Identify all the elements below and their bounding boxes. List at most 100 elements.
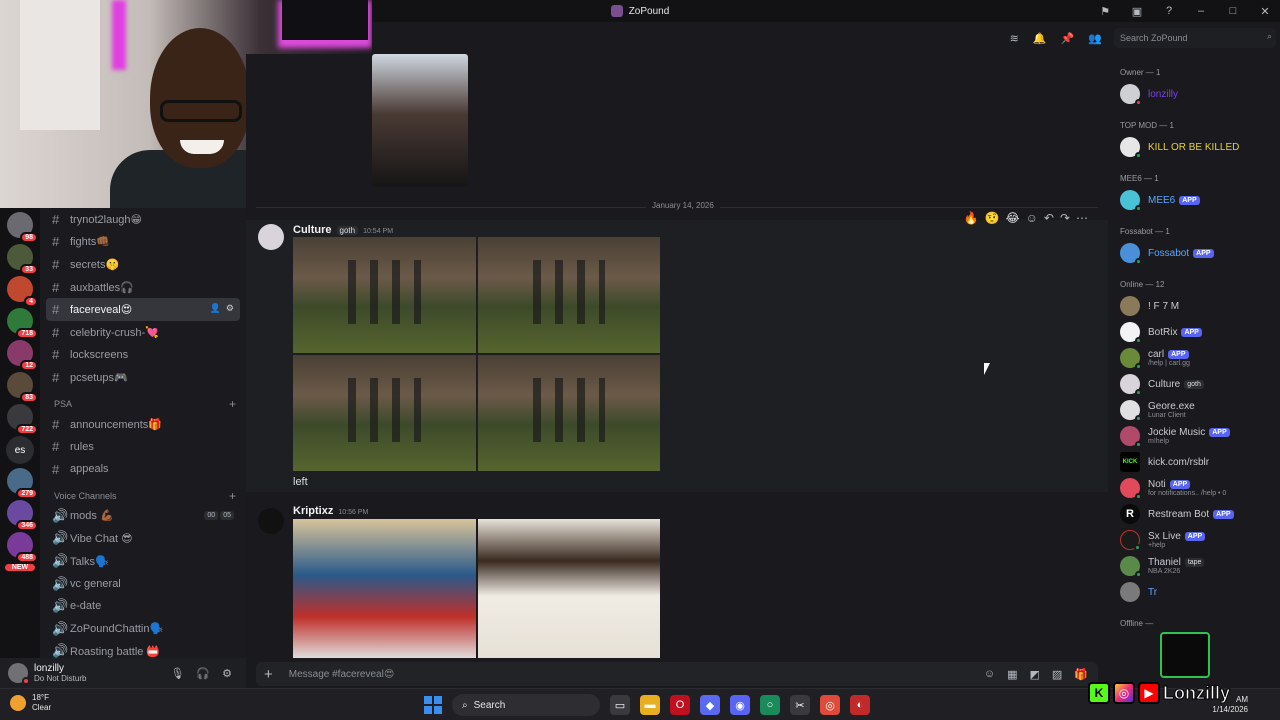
channel-lockscreens[interactable]: # lockscreens	[46, 344, 240, 367]
voice-channel-zopoundchattin[interactable]: 🔊 ZoPoundChattin🗣️	[46, 618, 240, 641]
copilot-icon[interactable]: ◆	[700, 695, 720, 715]
members-icon[interactable]: 👥	[1088, 32, 1102, 45]
message-list[interactable]: January 14, 2026 Culture goth 10:54 PM 🔥…	[246, 54, 1108, 658]
gif-icon[interactable]: ▦	[1007, 668, 1017, 681]
server-text-icon[interactable]: es	[6, 436, 34, 464]
server-icon[interactable]: 346	[7, 500, 38, 531]
forward-icon[interactable]: ↷	[1060, 211, 1070, 225]
voice-channel-talks[interactable]: 🔊 Talks🗣️	[46, 550, 240, 573]
member-item[interactable]: Thaniel tape NBA 2K26	[1108, 553, 1280, 579]
gift-icon[interactable]: 🎁	[1074, 668, 1088, 681]
screen-share-icon[interactable]: ▣	[1128, 2, 1146, 20]
search-input[interactable]: Search ZoPound ⌕	[1114, 28, 1276, 48]
discord-icon[interactable]: ◉	[730, 695, 750, 715]
channel-auxbattles[interactable]: # auxbattles🎧	[46, 276, 240, 299]
gear-icon[interactable]: ⚙	[226, 303, 234, 314]
image-attachment[interactable]	[478, 237, 660, 353]
headphones-icon[interactable]: 🎧	[196, 667, 210, 680]
invite-icon[interactable]: 👤	[210, 303, 221, 314]
more-icon[interactable]: ⋯	[1076, 211, 1088, 225]
member-item[interactable]: Culture goth	[1108, 371, 1280, 397]
member-item[interactable]: Fossabot APP	[1108, 240, 1280, 266]
taskbar-search[interactable]: ⌕ Search	[452, 694, 600, 716]
image-attachment[interactable]	[293, 237, 476, 353]
task-view-icon[interactable]: ▭	[610, 695, 630, 715]
microphone-icon[interactable]: 🎙	[170, 667, 184, 680]
member-item[interactable]: Noti APP for notifications.. /help • 0	[1108, 475, 1280, 501]
close-icon[interactable]: ✕	[1256, 2, 1274, 20]
message-author[interactable]: Kriptixz	[293, 505, 333, 517]
voice-channel-vibe-chat[interactable]: 🔊 Vibe Chat 😎	[46, 527, 240, 550]
channel-appeals[interactable]: # appeals	[46, 458, 240, 481]
category-psa[interactable]: PSA +	[54, 397, 236, 411]
image-attachment[interactable]	[478, 355, 660, 471]
avatar[interactable]	[258, 508, 284, 534]
voice-channel-vc-general[interactable]: 🔊 vc general	[46, 572, 240, 595]
channel-fights[interactable]: # fights👊🏾	[46, 231, 240, 254]
member-item[interactable]: carl APP/help | carl.gg	[1108, 345, 1280, 371]
bell-icon[interactable]: 🔔	[1033, 32, 1047, 45]
opera-icon[interactable]: O	[670, 695, 690, 715]
image-attachment[interactable]	[293, 519, 476, 658]
inbox-flag-icon[interactable]: ⚑	[1096, 2, 1114, 20]
image-attachment[interactable]	[478, 519, 660, 658]
member-item[interactable]: lonzilly	[1108, 81, 1280, 107]
voice-channel-roasting-battle[interactable]: 🔊 Roasting battle 📛	[46, 640, 240, 658]
server-icon[interactable]: 33	[7, 244, 38, 275]
emoji-icon[interactable]: ☺	[984, 668, 995, 681]
member-item[interactable]: KICK kick.com/rsblr	[1108, 449, 1280, 475]
message[interactable]: Culture goth 10:54 PM 🔥 🤨 😂 ☺ ↶ ↷ ⋯ left	[246, 211, 1108, 492]
reaction-quick[interactable]: 🔥	[964, 211, 979, 225]
message[interactable]: Kriptixz 10:56 PM	[246, 502, 1108, 658]
member-item[interactable]: MEE6 APP	[1108, 187, 1280, 213]
member-item[interactable]: Jockie Music APP m!help	[1108, 423, 1280, 449]
server-icon[interactable]: 718	[7, 308, 38, 339]
file-explorer-icon[interactable]: ▬	[640, 695, 660, 715]
attach-plus-icon[interactable]: +	[264, 666, 273, 683]
capcut-icon[interactable]: ✂	[790, 695, 810, 715]
maximize-icon[interactable]: □	[1224, 2, 1242, 20]
channel-announcements[interactable]: # announcements🎁	[46, 413, 240, 436]
avatar[interactable]	[258, 224, 284, 250]
gear-icon[interactable]: ⚙	[222, 667, 232, 680]
message-input[interactable]: + Message #facereveal😍 ☺ ▦ ◩ ▨ 🎁	[256, 662, 1098, 686]
channel-celebrity-crush[interactable]: # celebrity-crush-💘	[46, 321, 240, 344]
server-icon[interactable]: 279	[7, 468, 38, 499]
add-reaction-icon[interactable]: ☺	[1026, 211, 1038, 225]
channel-facereveal[interactable]: # facereveal😍 👤 ⚙	[46, 298, 240, 321]
image-icon[interactable]: ▨	[1052, 668, 1062, 681]
user-info[interactable]: lonzilly Do Not Disturb	[34, 663, 86, 683]
image-attachment[interactable]	[372, 54, 468, 187]
avatar[interactable]	[8, 663, 30, 685]
help-icon[interactable]: ?	[1160, 2, 1178, 20]
pin-icon[interactable]: 📌	[1061, 32, 1075, 45]
app-icon[interactable]: ○	[760, 695, 780, 715]
server-icon[interactable]: 488	[7, 532, 38, 563]
image-attachment[interactable]	[293, 355, 476, 471]
add-channel-icon[interactable]: +	[229, 397, 236, 411]
server-icon[interactable]: 4	[7, 276, 38, 307]
app-icon[interactable]: ◐	[850, 695, 870, 715]
voice-channel-mods[interactable]: 🔊 mods 💪🏾 00 05	[46, 505, 240, 528]
server-icon[interactable]: 722	[7, 404, 38, 435]
member-item[interactable]: Geore.exe Lunar Client	[1108, 397, 1280, 423]
channel-trynot2laugh[interactable]: # trynot2laugh😁	[46, 208, 240, 231]
reaction-quick[interactable]: 🤨	[985, 211, 1000, 225]
windows-start-icon[interactable]	[424, 696, 442, 714]
member-item[interactable]: R Restream Bot APP	[1108, 501, 1280, 527]
reply-icon[interactable]: ↶	[1044, 211, 1054, 225]
minimize-icon[interactable]: –	[1192, 2, 1210, 20]
member-item[interactable]: BotRix APP	[1108, 319, 1280, 345]
member-item[interactable]: Tr	[1108, 579, 1280, 605]
reaction-quick[interactable]: 😂	[1006, 211, 1020, 225]
server-icon[interactable]: 83	[7, 372, 38, 403]
member-item[interactable]: KILL OR BE KILLED	[1108, 134, 1280, 160]
channel-secrets[interactable]: # secrets🤫	[46, 253, 240, 276]
server-icon[interactable]: 98	[7, 212, 38, 243]
channel-rules[interactable]: # rules	[46, 435, 240, 458]
message-author[interactable]: Culture	[293, 224, 332, 236]
server-icon[interactable]: 12	[7, 340, 38, 371]
weather-widget[interactable]: 18°F Clear	[10, 693, 51, 713]
add-channel-icon[interactable]: +	[229, 489, 236, 503]
sticker-icon[interactable]: ◩	[1029, 668, 1039, 681]
